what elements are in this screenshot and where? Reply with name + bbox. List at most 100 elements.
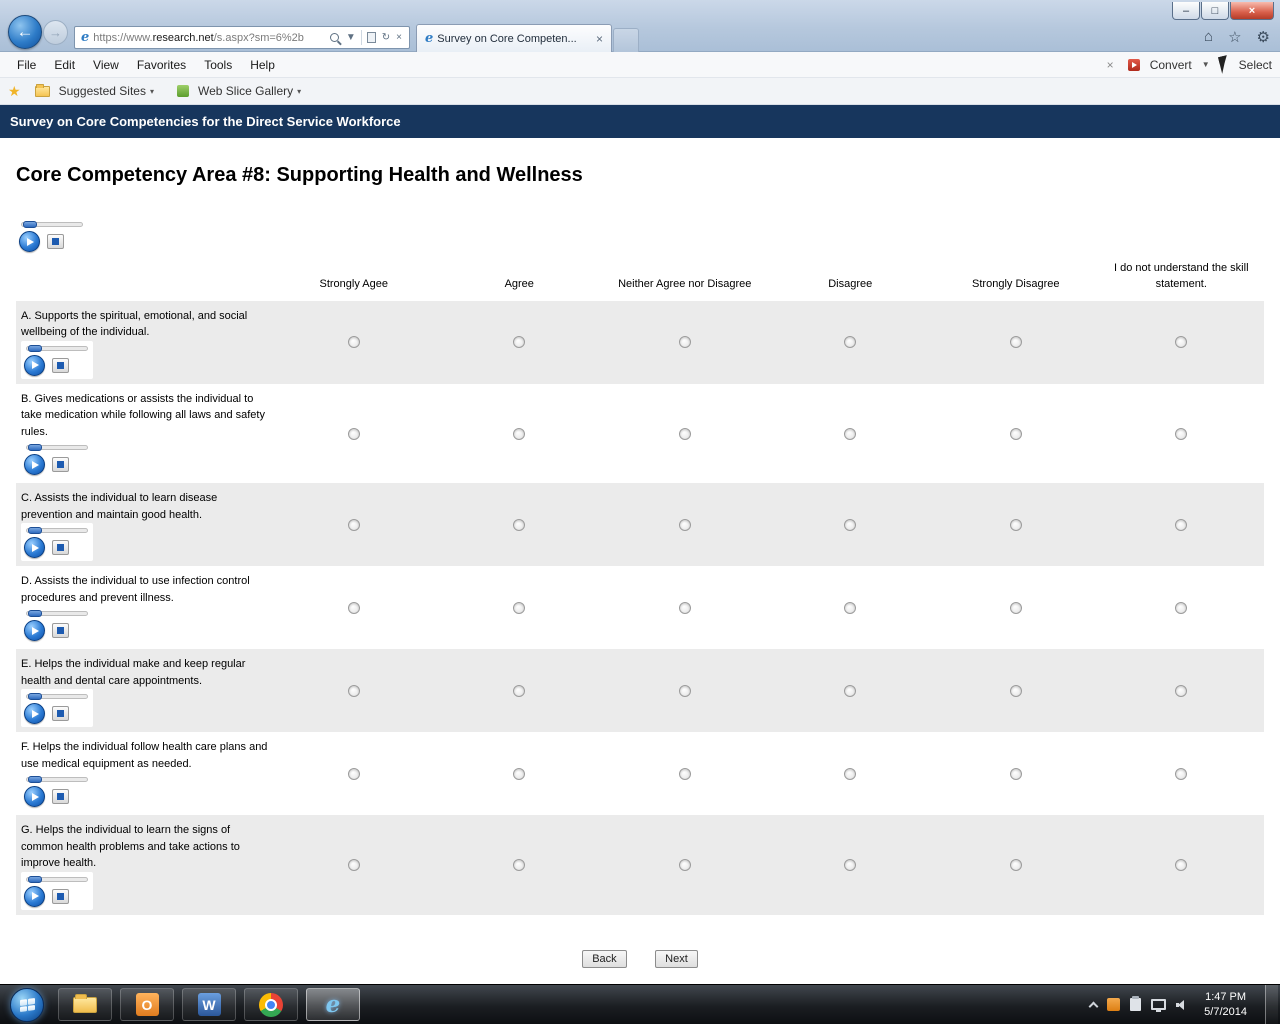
stop-button-icon[interactable] <box>52 706 69 721</box>
tab-close-icon[interactable]: × <box>594 32 605 46</box>
radio-E-4[interactable] <box>844 685 856 697</box>
radio-B-1[interactable] <box>348 428 360 440</box>
browser-tab[interactable]: e Survey on Core Competen... × <box>416 24 612 52</box>
favorites-item-web-slice-gallery[interactable]: Web Slice Gallery ▾ <box>195 82 304 100</box>
play-button-icon[interactable] <box>24 355 45 376</box>
stop-button-icon[interactable] <box>47 234 64 249</box>
stop-button-icon[interactable] <box>52 889 69 904</box>
favorites-item-suggested-sites[interactable]: Suggested Sites ▾ <box>56 82 157 100</box>
radio-B-4[interactable] <box>844 428 856 440</box>
start-button[interactable] <box>10 988 44 1022</box>
tray-network-icon[interactable] <box>1151 999 1166 1010</box>
taskbar-clock[interactable]: 1:47 PM 5/7/2014 <box>1204 990 1247 1020</box>
compatibility-view-icon[interactable] <box>367 32 376 43</box>
radio-B-5[interactable] <box>1010 428 1022 440</box>
radio-D-4[interactable] <box>844 602 856 614</box>
tray-expand-icon[interactable] <box>1089 1001 1099 1011</box>
radio-D-1[interactable] <box>348 602 360 614</box>
radio-G-6[interactable] <box>1175 859 1187 871</box>
slider-handle-icon[interactable] <box>28 527 42 534</box>
menu-help[interactable]: Help <box>241 55 284 75</box>
slider-handle-icon[interactable] <box>28 610 42 617</box>
radio-E-6[interactable] <box>1175 685 1187 697</box>
radio-E-3[interactable] <box>679 685 691 697</box>
radio-B-2[interactable] <box>513 428 525 440</box>
audio-progress-slider[interactable] <box>26 445 88 450</box>
menu-file[interactable]: File <box>8 55 45 75</box>
radio-G-5[interactable] <box>1010 859 1022 871</box>
taskbar-word-button[interactable]: W <box>182 988 236 1021</box>
radio-A-1[interactable] <box>348 336 360 348</box>
stop-button-icon[interactable] <box>52 540 69 555</box>
radio-E-2[interactable] <box>513 685 525 697</box>
play-button-icon[interactable] <box>24 786 45 807</box>
slider-handle-icon[interactable] <box>28 776 42 783</box>
radio-F-6[interactable] <box>1175 768 1187 780</box>
stop-button-icon[interactable] <box>52 623 69 638</box>
stop-button-icon[interactable] <box>52 789 69 804</box>
play-button-icon[interactable] <box>24 886 45 907</box>
restore-button[interactable]: □ <box>1201 2 1229 20</box>
radio-G-3[interactable] <box>679 859 691 871</box>
home-icon[interactable]: ⌂ <box>1204 28 1213 46</box>
radio-F-4[interactable] <box>844 768 856 780</box>
taskbar-ie-button[interactable]: e <box>306 988 360 1021</box>
radio-A-4[interactable] <box>844 336 856 348</box>
menu-favorites[interactable]: Favorites <box>128 55 195 75</box>
audio-progress-slider[interactable] <box>26 777 88 782</box>
next-button[interactable]: Next <box>655 950 698 968</box>
play-button-icon[interactable] <box>24 537 45 558</box>
slider-handle-icon[interactable] <box>28 444 42 451</box>
convert-dropdown-icon[interactable]: ▼ <box>1202 60 1210 69</box>
stop-icon[interactable]: × <box>396 32 402 43</box>
radio-D-5[interactable] <box>1010 602 1022 614</box>
radio-D-3[interactable] <box>679 602 691 614</box>
menu-tools[interactable]: Tools <box>195 55 241 75</box>
audio-progress-slider[interactable] <box>21 222 83 227</box>
stop-button-icon[interactable] <box>52 358 69 373</box>
audio-progress-slider[interactable] <box>26 611 88 616</box>
stop-button-icon[interactable] <box>52 457 69 472</box>
radio-A-3[interactable] <box>679 336 691 348</box>
radio-A-2[interactable] <box>513 336 525 348</box>
slider-handle-icon[interactable] <box>28 876 42 883</box>
radio-C-5[interactable] <box>1010 519 1022 531</box>
radio-E-1[interactable] <box>348 685 360 697</box>
address-dropdown-icon[interactable]: ▼ <box>346 32 356 43</box>
radio-D-6[interactable] <box>1175 602 1187 614</box>
minimize-button[interactable]: – <box>1172 2 1200 20</box>
menu-view[interactable]: View <box>84 55 128 75</box>
radio-G-2[interactable] <box>513 859 525 871</box>
radio-F-2[interactable] <box>513 768 525 780</box>
radio-B-6[interactable] <box>1175 428 1187 440</box>
radio-A-5[interactable] <box>1010 336 1022 348</box>
search-icon[interactable] <box>330 33 339 42</box>
radio-F-1[interactable] <box>348 768 360 780</box>
radio-F-5[interactable] <box>1010 768 1022 780</box>
menu-edit[interactable]: Edit <box>45 55 84 75</box>
radio-C-1[interactable] <box>348 519 360 531</box>
radio-G-1[interactable] <box>348 859 360 871</box>
tools-gear-icon[interactable]: ⚙ <box>1257 28 1270 46</box>
audio-progress-slider[interactable] <box>26 528 88 533</box>
radio-A-6[interactable] <box>1175 336 1187 348</box>
audio-progress-slider[interactable] <box>26 346 88 351</box>
play-button-icon[interactable] <box>24 703 45 724</box>
favorites-star-icon[interactable]: ☆ <box>1228 28 1241 46</box>
tray-antivirus-icon[interactable] <box>1107 998 1120 1011</box>
radio-C-4[interactable] <box>844 519 856 531</box>
tray-clipboard-icon[interactable] <box>1130 998 1141 1011</box>
convert-button[interactable]: Convert <box>1150 58 1192 72</box>
add-favorite-star-icon[interactable]: ★ <box>8 83 21 100</box>
radio-D-2[interactable] <box>513 602 525 614</box>
taskbar-chrome-button[interactable] <box>244 988 298 1021</box>
back-button[interactable]: Back <box>582 950 626 968</box>
refresh-icon[interactable]: ↻ <box>382 32 390 43</box>
audio-progress-slider[interactable] <box>26 694 88 699</box>
audio-progress-slider[interactable] <box>26 877 88 882</box>
slider-handle-icon[interactable] <box>23 221 37 228</box>
new-tab-stub[interactable] <box>613 28 639 52</box>
radio-C-6[interactable] <box>1175 519 1187 531</box>
taskbar-explorer-button[interactable] <box>58 988 112 1021</box>
radio-G-4[interactable] <box>844 859 856 871</box>
